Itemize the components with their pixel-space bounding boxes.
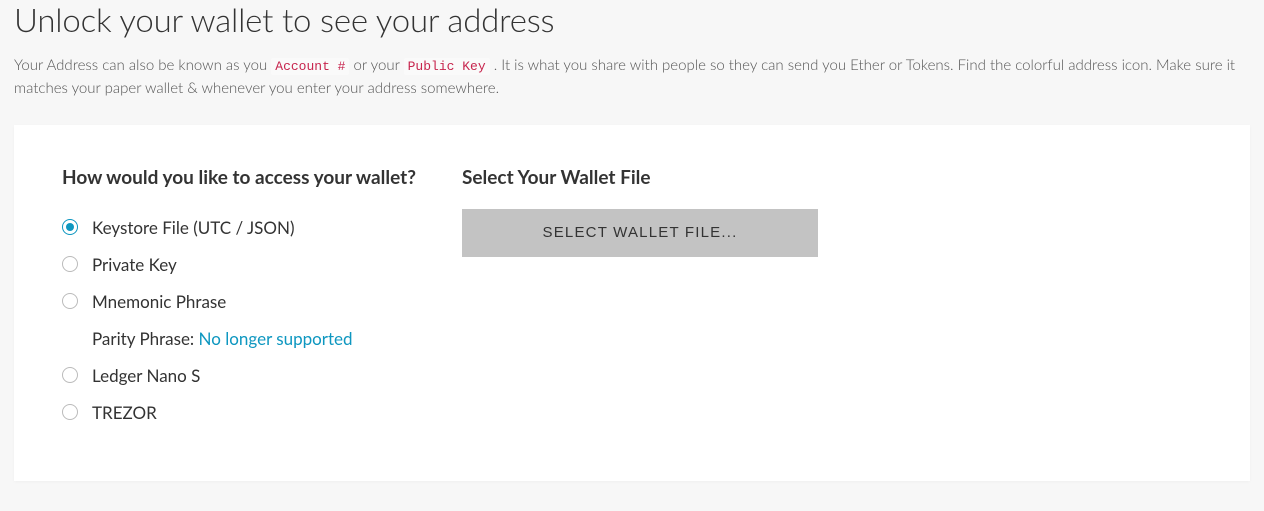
option-private-key[interactable]: Private Key	[62, 246, 422, 283]
radio-icon	[62, 367, 78, 383]
option-keystore[interactable]: Keystore File (UTC / JSON)	[62, 209, 422, 246]
option-label: TREZOR	[92, 402, 157, 423]
option-parity: Parity Phrase: No longer supported	[62, 320, 422, 357]
option-mnemonic[interactable]: Mnemonic Phrase	[62, 283, 422, 320]
intro-part2: or your	[349, 56, 403, 74]
page-title: Unlock your wallet to see your address	[14, 0, 1250, 40]
parity-prefix: Parity Phrase:	[92, 328, 199, 349]
access-method-heading: How would you like to access your wallet…	[62, 165, 422, 191]
select-wallet-file-button[interactable]: SELECT WALLET FILE...	[462, 209, 818, 257]
radio-icon	[62, 404, 78, 420]
intro-text: Your Address can also be known as you Ac…	[14, 54, 1250, 99]
option-trezor[interactable]: TREZOR	[62, 394, 422, 431]
access-method-options: Keystore File (UTC / JSON) Private Key M…	[62, 209, 422, 431]
option-label: Ledger Nano S	[92, 365, 200, 386]
radio-icon	[62, 256, 78, 272]
radio-icon	[62, 293, 78, 309]
unlock-panel: How would you like to access your wallet…	[14, 125, 1250, 481]
option-ledger[interactable]: Ledger Nano S	[62, 357, 422, 394]
option-label: Private Key	[92, 254, 177, 275]
option-label: Keystore File (UTC / JSON)	[92, 217, 295, 238]
select-file-heading: Select Your Wallet File	[462, 165, 822, 191]
option-label: Parity Phrase: No longer supported	[92, 328, 353, 349]
option-label: Mnemonic Phrase	[92, 291, 226, 312]
radio-icon	[62, 219, 78, 235]
intro-part1: Your Address can also be known as you	[14, 56, 271, 74]
code-public-key: Public Key	[404, 58, 490, 75]
code-account: Account #	[271, 58, 349, 75]
parity-unsupported-link[interactable]: No longer supported	[199, 328, 353, 349]
